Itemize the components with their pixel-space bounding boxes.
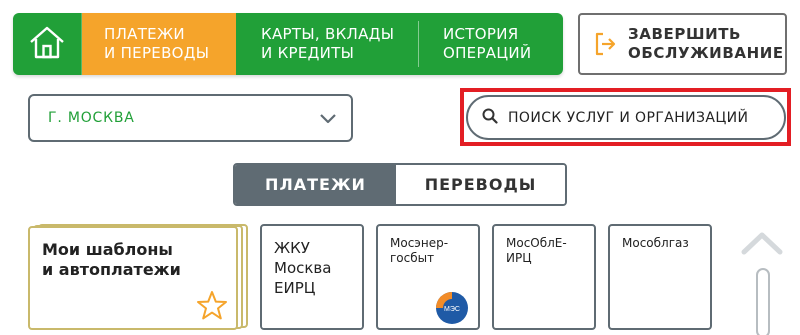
service-card-mosenergosbyt[interactable]: Мосэнер- госбыт МЭС — [376, 224, 480, 330]
service-card-mosobleirc[interactable]: МосОблЕ- ИРЦ — [492, 224, 596, 330]
nav-payments-transfers[interactable]: ПЛАТЕЖИ И ПЕРЕВОДЫ — [82, 13, 236, 75]
city-value: Г. МОСКВА — [48, 110, 135, 126]
end-session-label: ЗАВЕРШИТЬ ОБСЛУЖИВАНИЕ — [628, 25, 784, 62]
scrollbar[interactable] — [756, 268, 770, 335]
tab-transfers[interactable]: ПЕРЕВОДЫ — [396, 165, 565, 204]
service-card-title: МосОблЕ- ИРЦ — [506, 236, 567, 265]
home-icon — [28, 24, 66, 64]
nav-operations-history[interactable]: ИСТОРИЯ ОПЕРАЦИЙ — [419, 13, 563, 75]
search-placeholder: ПОИСК УСЛУГ И ОРГАНИЗАЦИЙ — [508, 109, 749, 126]
exit-icon — [592, 31, 620, 57]
scroll-up-button[interactable] — [740, 230, 784, 256]
payments-transfers-tabs: ПЛАТЕЖИ ПЕРЕВОДЫ — [233, 163, 567, 206]
service-card-title: Мособлгаз — [622, 236, 689, 250]
nav-payments-label: ПЛАТЕЖИ И ПЕРЕВОДЫ — [104, 25, 210, 62]
text-fade-overlay — [262, 300, 362, 328]
card-stack-front: Мои шаблоны и автоплатежи — [28, 226, 238, 330]
templates-autopayments-card[interactable]: Мои шаблоны и автоплатежи — [28, 224, 250, 332]
mosenergosbyt-logo: МЭС — [434, 290, 470, 328]
mosenergosbyt-logo-text: МЭС — [444, 306, 460, 313]
search-input[interactable]: ПОИСК УСЛУГ И ОРГАНИЗАЦИЙ — [466, 95, 786, 140]
end-session-button[interactable]: ЗАВЕРШИТЬ ОБСЛУЖИВАНИЕ — [578, 13, 787, 75]
nav-history-label: ИСТОРИЯ ОПЕРАЦИЙ — [443, 25, 532, 62]
search-icon — [482, 108, 498, 128]
nav-cards-deposits-credits[interactable]: КАРТЫ, ВКЛАДЫ И КРЕДИТЫ — [236, 13, 418, 75]
service-card-title: ЖКУ Москва ЕИРЦ — [274, 239, 332, 297]
service-card-title: Мосэнер- госбыт — [390, 236, 449, 265]
chevron-up-icon — [740, 232, 784, 260]
service-card-zhku-moscow[interactable]: ЖКУ Москва ЕИРЦ — [260, 224, 364, 330]
star-icon — [196, 290, 228, 324]
templates-title: Мои шаблоны и автоплатежи — [42, 240, 181, 279]
tab-payments[interactable]: ПЛАТЕЖИ — [235, 165, 396, 204]
city-select[interactable]: Г. МОСКВА — [28, 94, 353, 142]
main-nav-bar: ПЛАТЕЖИ И ПЕРЕВОДЫ КАРТЫ, ВКЛАДЫ И КРЕДИ… — [13, 13, 563, 75]
home-button[interactable] — [13, 13, 82, 75]
service-card-mosoblgaz[interactable]: Мособлгаз — [608, 224, 712, 330]
chevron-down-icon — [319, 109, 337, 128]
nav-cards-label: КАРТЫ, ВКЛАДЫ И КРЕДИТЫ — [261, 25, 395, 62]
